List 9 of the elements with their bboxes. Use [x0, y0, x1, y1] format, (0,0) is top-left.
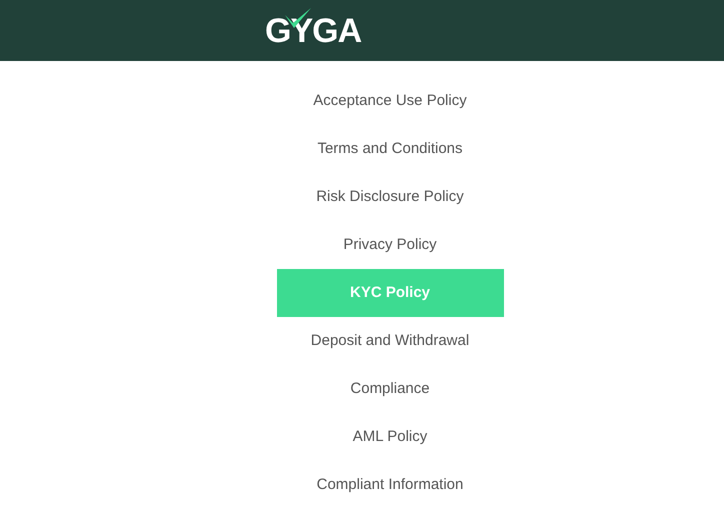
- menu-item[interactable]: AML Policy: [342, 413, 438, 461]
- menu-item[interactable]: Risk Disclosure Policy: [306, 173, 474, 221]
- logo[interactable]: GYGA: [265, 14, 362, 48]
- menu-item[interactable]: Privacy Policy: [333, 221, 447, 269]
- menu-item[interactable]: Acceptance Use Policy: [303, 77, 477, 125]
- menu-item[interactable]: Compliance: [340, 365, 440, 413]
- menu-item[interactable]: Compliant Information: [306, 461, 474, 509]
- menu-item[interactable]: Terms and Conditions: [307, 125, 473, 173]
- menu-item[interactable]: Deposit and Withdrawal: [300, 317, 480, 365]
